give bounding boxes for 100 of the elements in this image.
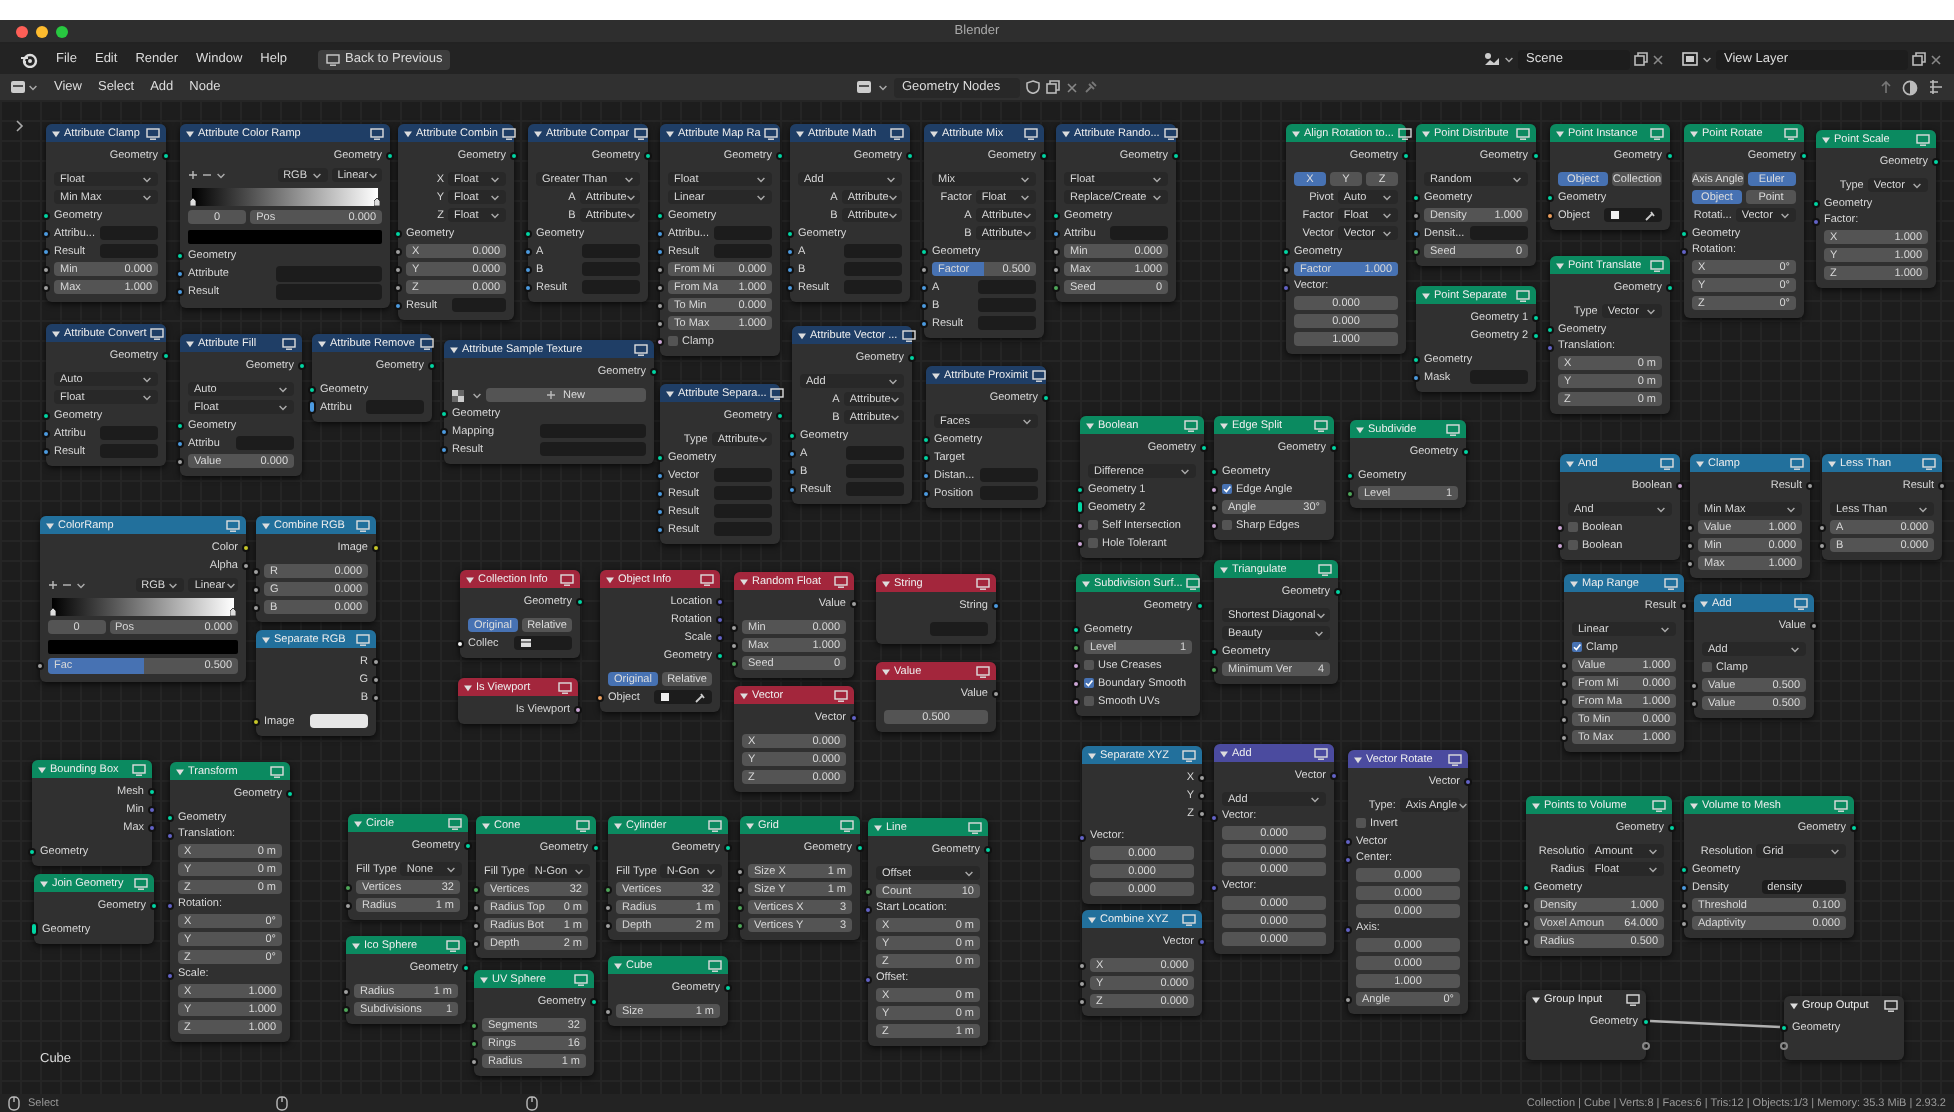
socket-dot[interactable] (992, 601, 1000, 609)
socket-dot[interactable] (1680, 919, 1688, 927)
socket-dot[interactable] (1198, 937, 1206, 945)
socket-dot[interactable] (1334, 587, 1342, 595)
socket-dot[interactable] (1812, 217, 1820, 225)
socket-dot[interactable] (908, 353, 916, 361)
socket-dot[interactable] (252, 585, 260, 593)
socket-dot[interactable] (1818, 523, 1826, 531)
socket-dot[interactable] (1052, 247, 1060, 255)
monitor-icon[interactable] (633, 127, 648, 139)
socket-dot[interactable] (440, 409, 448, 417)
socket-dot[interactable] (656, 247, 664, 255)
socket-dot[interactable] (1522, 901, 1530, 909)
socket-dot[interactable] (644, 151, 652, 159)
socket-dot[interactable] (1810, 621, 1818, 629)
socket-dot[interactable] (656, 489, 664, 497)
socket-dot[interactable] (716, 651, 724, 659)
collapse-icon[interactable] (666, 129, 674, 137)
socket-dot[interactable] (864, 887, 872, 895)
socket-dot[interactable] (1800, 151, 1808, 159)
socket-dot[interactable] (1344, 925, 1352, 933)
socket-dot[interactable] (242, 543, 250, 551)
arrow-up-icon[interactable] (1880, 79, 1892, 93)
collapse-icon[interactable] (466, 575, 474, 583)
collapse-icon[interactable] (52, 129, 60, 137)
socket-dot[interactable] (1464, 777, 1472, 785)
blender-logo-icon[interactable] (20, 51, 38, 67)
close-icon[interactable] (1930, 53, 1942, 65)
collapse-icon[interactable] (1354, 755, 1362, 763)
node-tree-icon[interactable] (856, 80, 872, 94)
socket-dot[interactable] (656, 301, 664, 309)
socket-dot[interactable] (656, 525, 664, 533)
socket-dot[interactable] (472, 939, 480, 947)
color-ramp-gradient[interactable] (192, 187, 378, 205)
color-swatch[interactable] (310, 714, 368, 728)
socket-dot[interactable] (1938, 481, 1946, 489)
socket-dot[interactable] (1666, 283, 1674, 291)
socket-dot[interactable] (850, 713, 858, 721)
socket-dot[interactable] (176, 252, 184, 260)
copy-icon[interactable] (1634, 52, 1648, 66)
socket-dot[interactable] (1680, 229, 1688, 237)
socket-dot[interactable] (1210, 813, 1218, 821)
socket-dot[interactable] (1680, 601, 1688, 609)
close-button[interactable] (16, 25, 28, 37)
socket-dot[interactable] (922, 489, 930, 497)
socket-dot[interactable] (592, 843, 600, 851)
socket-dot[interactable] (788, 449, 796, 457)
socket-dot[interactable] (1346, 471, 1354, 479)
socket-dot[interactable] (576, 597, 584, 605)
socket-dot[interactable] (656, 319, 664, 327)
overlay-icon[interactable] (1902, 79, 1918, 95)
socket-dot[interactable] (656, 507, 664, 515)
socket-dot[interactable] (148, 823, 156, 831)
eyedropper-icon[interactable] (694, 691, 706, 703)
collapse-icon[interactable] (404, 129, 412, 137)
stop-marker-icon[interactable] (50, 607, 56, 615)
socket-dot[interactable] (36, 662, 44, 670)
socket-dot[interactable] (786, 247, 794, 255)
socket-dot[interactable] (344, 883, 352, 891)
collapse-icon[interactable] (666, 389, 674, 397)
attribute-field[interactable] (1110, 225, 1168, 241)
monitor-icon[interactable] (890, 127, 904, 139)
close-icon[interactable] (1066, 81, 1078, 93)
socket-dot[interactable] (150, 901, 158, 909)
socket-dot[interactable] (574, 705, 582, 713)
socket-dot[interactable] (1812, 199, 1820, 207)
socket-dot[interactable] (42, 283, 50, 291)
socket-dot[interactable] (1042, 393, 1050, 401)
socket-dot[interactable] (166, 831, 174, 839)
collapse-icon[interactable] (930, 129, 938, 137)
socket-dot[interactable] (1932, 157, 1940, 165)
monitor-icon[interactable] (764, 127, 779, 139)
minus-icon[interactable] (202, 170, 212, 180)
object-field[interactable] (514, 635, 572, 651)
socket-dot[interactable] (456, 639, 464, 647)
socket-dot[interactable] (148, 805, 156, 813)
socket-dot[interactable] (1532, 151, 1540, 159)
monitor-icon[interactable] (1031, 369, 1046, 381)
socket-dot[interactable] (920, 265, 928, 273)
socket-dot[interactable] (656, 283, 664, 291)
socket-dot[interactable] (788, 485, 796, 493)
socket-dot[interactable] (28, 847, 36, 855)
socket-dot[interactable] (42, 229, 50, 237)
socket-dot[interactable] (1344, 855, 1352, 863)
socket-dot[interactable] (920, 301, 928, 309)
socket-dot[interactable] (162, 351, 170, 359)
socket-dot[interactable] (1668, 823, 1676, 831)
socket-dot[interactable] (656, 229, 664, 237)
socket-dot[interactable] (176, 270, 184, 278)
socket-dot[interactable] (922, 471, 930, 479)
socket-dot[interactable] (472, 921, 480, 929)
socket-dot[interactable] (42, 211, 50, 219)
socket-dot[interactable] (1850, 823, 1858, 831)
socket-dot[interactable] (1560, 715, 1568, 723)
socket-dot[interactable] (42, 265, 50, 273)
socket-dot[interactable] (298, 361, 306, 369)
socket-dot[interactable] (1680, 883, 1688, 891)
socket-dot[interactable] (788, 431, 796, 439)
socket-dot[interactable] (440, 445, 448, 453)
socket-dot[interactable] (920, 247, 928, 255)
